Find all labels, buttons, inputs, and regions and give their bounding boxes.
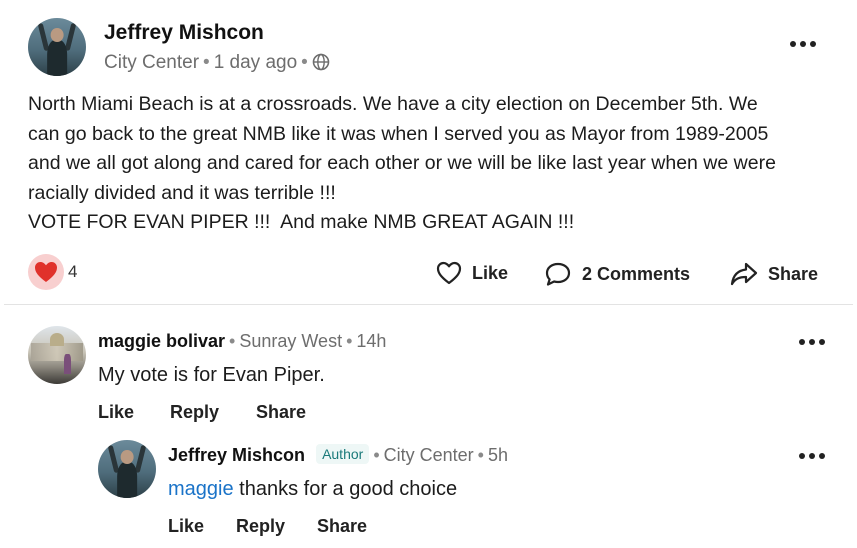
post-body-line: and we all got along and cared for each … bbox=[28, 152, 776, 174]
comment-more-options-icon[interactable] bbox=[799, 338, 825, 346]
comment-author-name[interactable]: maggie bolivar bbox=[98, 331, 225, 351]
post-body-line: VOTE FOR EVAN PIPER !!! And make NMB GRE… bbox=[28, 211, 575, 233]
reply-neighborhood[interactable]: City Center bbox=[384, 445, 474, 465]
reply-author-avatar[interactable] bbox=[98, 440, 156, 498]
comment-text: My vote is for Evan Piper. bbox=[98, 364, 325, 386]
post-body-line: North Miami Beach is at a crossroads. We… bbox=[28, 93, 758, 115]
comment-like-button[interactable]: Like bbox=[98, 402, 134, 423]
comment-author-avatar[interactable] bbox=[28, 326, 86, 384]
post-body: North Miami Beach is at a crossroads. We… bbox=[28, 90, 840, 238]
share-button[interactable]: Share bbox=[730, 261, 818, 287]
comment-neighborhood[interactable]: Sunray West bbox=[239, 331, 342, 351]
heart-reaction-icon bbox=[28, 254, 64, 290]
reply-text-body: thanks for a good choice bbox=[239, 478, 458, 500]
post-neighborhood[interactable]: City Center bbox=[104, 52, 199, 73]
reply-mention-link[interactable]: maggie bbox=[168, 478, 234, 500]
comment-time: 14h bbox=[356, 331, 387, 351]
reaction-count: 4 bbox=[68, 262, 78, 281]
reply-author-name[interactable]: Jeffrey Mishcon bbox=[168, 445, 305, 465]
divider bbox=[4, 304, 853, 305]
post-body-line: racially divided and it was terrible !!! bbox=[28, 181, 336, 204]
comments-label: 2 Comments bbox=[582, 263, 691, 284]
share-arrow-icon bbox=[730, 262, 758, 286]
post-body-line: can go back to the great NMB like it was… bbox=[28, 122, 769, 145]
like-label: Like bbox=[472, 262, 509, 283]
post-card: Jeffrey Mishcon City Center • 1 day ago • N… bbox=[4, 0, 853, 548]
comments-button[interactable]: 2 Comments bbox=[544, 261, 690, 287]
reply-header: Jeffrey Mishcon Author • City Center • 5h bbox=[168, 444, 508, 465]
reply-reply-button[interactable]: Reply bbox=[236, 516, 285, 537]
globe-icon bbox=[312, 53, 330, 77]
comment-bubble-icon bbox=[545, 262, 571, 286]
heart-outline-icon bbox=[436, 261, 462, 285]
post-author-name[interactable]: Jeffrey Mishcon bbox=[104, 21, 264, 45]
comment-reply-button[interactable]: Reply bbox=[170, 402, 219, 423]
post-meta: City Center • 1 day ago • bbox=[104, 52, 330, 77]
share-label: Share bbox=[768, 263, 819, 284]
like-button[interactable]: Like bbox=[436, 261, 508, 285]
reaction-summary[interactable]: 4 bbox=[28, 254, 77, 290]
comment-share-button[interactable]: Share bbox=[256, 402, 306, 423]
post-more-options-icon[interactable] bbox=[790, 40, 816, 48]
reply-text: maggie thanks for a good choice bbox=[168, 478, 457, 501]
reply-time: 5h bbox=[487, 445, 508, 465]
post-time: 1 day ago bbox=[213, 52, 298, 73]
post-author-avatar[interactable] bbox=[28, 18, 86, 76]
reply-more-options-icon[interactable] bbox=[799, 452, 825, 460]
author-badge: Author bbox=[316, 444, 370, 464]
reply-share-button[interactable]: Share bbox=[317, 516, 367, 537]
comment-header: maggie bolivar • Sunray West • 14h bbox=[98, 331, 387, 351]
reply-like-button[interactable]: Like bbox=[168, 516, 204, 537]
